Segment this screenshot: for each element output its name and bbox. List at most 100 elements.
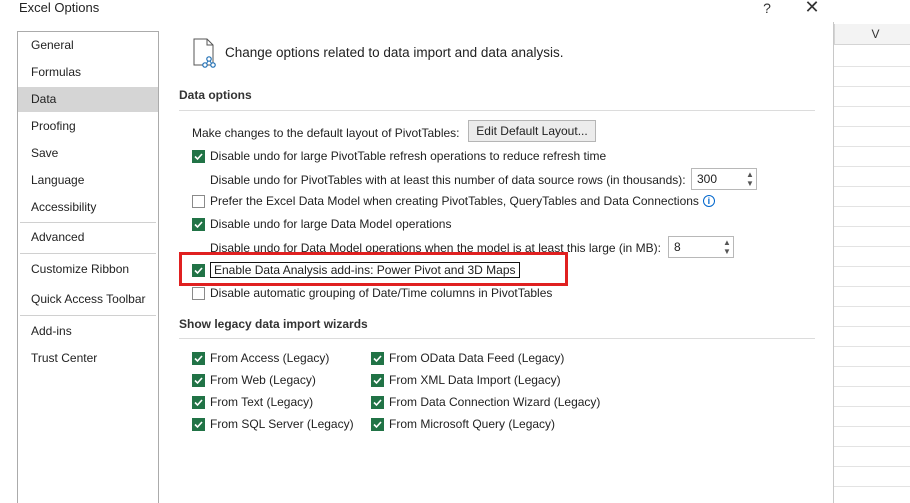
checkbox-label: From OData Data Feed (Legacy)	[389, 351, 565, 365]
sidebar-divider	[20, 315, 156, 316]
grid-line	[834, 326, 910, 327]
checkbox-label: Prefer the Excel Data Model when creatin…	[210, 194, 699, 208]
sidebar-item-trust-center[interactable]: Trust Center	[18, 346, 158, 371]
sidebar-item-accessibility[interactable]: Accessibility	[18, 195, 158, 220]
grid-line	[834, 466, 910, 467]
chevron-up-icon[interactable]: ▲	[723, 238, 731, 247]
sidebar-item-language[interactable]: Language	[18, 168, 158, 193]
grid-line	[834, 206, 910, 207]
grid-line	[834, 446, 910, 447]
checkbox-unchecked[interactable]	[192, 194, 205, 208]
checkbox-checked[interactable]	[371, 395, 384, 409]
checkbox-checked[interactable]	[192, 417, 205, 431]
spinner-value[interactable]: 300	[692, 169, 743, 189]
sidebar-item-proofing[interactable]: Proofing	[18, 114, 158, 139]
checkbox-checked[interactable]	[192, 217, 205, 231]
legacy-from-sql-server-option[interactable]: From SQL Server (Legacy)	[192, 416, 354, 432]
spinner-arrows[interactable]: ▲ ▼	[720, 237, 733, 257]
checkbox-label: Disable automatic grouping of Date/Time …	[210, 286, 553, 300]
grid-line	[834, 386, 910, 387]
chevron-down-icon[interactable]: ▼	[746, 179, 754, 188]
chevron-down-icon[interactable]: ▼	[723, 247, 731, 256]
grid-line	[834, 486, 910, 487]
grid-line	[834, 306, 910, 307]
help-button[interactable]: ?	[760, 0, 774, 16]
section-title-data-options: Data options	[179, 88, 252, 102]
sidebar-item-save[interactable]: Save	[18, 141, 158, 166]
grid-line	[834, 226, 910, 227]
grid-line	[834, 426, 910, 427]
checkbox-label: Disable undo for large PivotTable refres…	[210, 149, 607, 163]
sidebar-item-add-ins[interactable]: Add-ins	[18, 319, 158, 344]
undo-rows-spinner[interactable]: 300 ▲ ▼	[691, 168, 757, 190]
grid-line	[834, 66, 910, 67]
options-sidebar: General Formulas Data Proofing Save Lang…	[17, 31, 159, 503]
chevron-up-icon[interactable]: ▲	[746, 170, 754, 179]
checkbox-checked[interactable]	[192, 149, 205, 163]
undo-rows-label: Disable undo for PivotTables with at lea…	[210, 173, 686, 187]
legacy-from-odata-option[interactable]: From OData Data Feed (Legacy)	[371, 350, 564, 366]
info-icon[interactable]: i	[702, 195, 715, 207]
excel-options-dialog: Excel Options ? ✕ General Formulas Data …	[0, 0, 834, 503]
legacy-from-data-connection-wizard-option[interactable]: From Data Connection Wizard (Legacy)	[371, 394, 600, 410]
grid-line	[834, 146, 910, 147]
edit-default-layout-button[interactable]: Edit Default Layout...	[468, 120, 596, 142]
checkbox-label: Disable undo for large Data Model operat…	[210, 217, 452, 231]
title-bar[interactable]: Excel Options ? ✕	[0, 0, 834, 22]
default-layout-label: Make changes to the default layout of Pi…	[192, 126, 460, 140]
grid-line	[834, 346, 910, 347]
checkbox-checked[interactable]	[371, 417, 384, 431]
section-divider	[179, 110, 815, 111]
section-title-legacy-wizards: Show legacy data import wizards	[179, 317, 368, 331]
dialog-title: Excel Options	[19, 0, 100, 15]
checkbox-label: From Microsoft Query (Legacy)	[389, 417, 556, 431]
checkbox-label: From Access (Legacy)	[210, 351, 330, 365]
sidebar-divider	[20, 222, 156, 223]
grid-line	[834, 166, 910, 167]
column-header-v[interactable]: V	[834, 24, 910, 45]
grid-line	[834, 86, 910, 87]
sidebar-item-general[interactable]: General	[18, 33, 158, 58]
page-description: Change options related to data import an…	[225, 45, 564, 60]
checkbox-checked[interactable]	[192, 395, 205, 409]
grid-line	[834, 106, 910, 107]
legacy-from-web-option[interactable]: From Web (Legacy)	[192, 372, 316, 388]
legacy-from-microsoft-query-option[interactable]: From Microsoft Query (Legacy)	[371, 416, 555, 432]
checkbox-label: From SQL Server (Legacy)	[210, 417, 354, 431]
background-worksheet: V	[834, 0, 910, 503]
spinner-value[interactable]: 8	[669, 237, 720, 257]
checkbox-checked[interactable]	[192, 351, 205, 365]
spinner-arrows[interactable]: ▲ ▼	[743, 169, 756, 189]
prefer-data-model-option[interactable]: Prefer the Excel Data Model when creatin…	[192, 193, 715, 209]
checkbox-checked[interactable]	[192, 373, 205, 387]
undo-data-model-option[interactable]: Disable undo for large Data Model operat…	[192, 216, 451, 232]
checkbox-unchecked[interactable]	[192, 286, 205, 300]
checkbox-checked[interactable]	[371, 373, 384, 387]
sidebar-item-customize-ribbon[interactable]: Customize Ribbon	[18, 257, 158, 282]
checkbox-label: From Data Connection Wizard (Legacy)	[389, 395, 601, 409]
checkbox-label: From Web (Legacy)	[210, 373, 316, 387]
checkbox-checked[interactable]	[371, 351, 384, 365]
close-button[interactable]: ✕	[804, 0, 820, 16]
disable-date-grouping-option[interactable]: Disable automatic grouping of Date/Time …	[192, 285, 552, 301]
grid-line	[834, 126, 910, 127]
undo-model-size-spinner[interactable]: 8 ▲ ▼	[668, 236, 734, 258]
legacy-from-access-option[interactable]: From Access (Legacy)	[192, 350, 329, 366]
legacy-from-text-option[interactable]: From Text (Legacy)	[192, 394, 313, 410]
grid-line	[834, 246, 910, 247]
grid-line	[834, 406, 910, 407]
legacy-from-xml-option[interactable]: From XML Data Import (Legacy)	[371, 372, 561, 388]
sidebar-item-quick-access-toolbar[interactable]: Quick Access Toolbar	[18, 287, 158, 312]
checkbox-label: From XML Data Import (Legacy)	[389, 373, 561, 387]
grid-line	[834, 266, 910, 267]
sidebar-item-advanced[interactable]: Advanced	[18, 225, 158, 250]
red-highlight-annotation	[179, 252, 568, 286]
checkbox-label: From Text (Legacy)	[210, 395, 314, 409]
section-divider	[179, 338, 815, 339]
grid-line	[834, 186, 910, 187]
sidebar-item-data[interactable]: Data	[18, 87, 158, 112]
sidebar-item-formulas[interactable]: Formulas	[18, 60, 158, 85]
undo-large-pivot-option[interactable]: Disable undo for large PivotTable refres…	[192, 148, 606, 164]
grid-line	[834, 286, 910, 287]
grid-line	[834, 366, 910, 367]
